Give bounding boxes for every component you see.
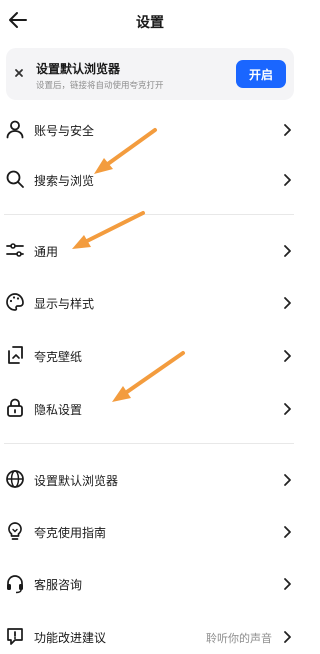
search-icon xyxy=(6,170,24,188)
chevron-right-icon xyxy=(284,526,291,538)
chevron-right-icon xyxy=(284,403,291,415)
sliders-icon xyxy=(6,243,24,257)
settings-item-search-browse[interactable]: 搜索与浏览 xyxy=(0,163,300,197)
settings-item-wallpaper[interactable]: 夸克壁纸 xyxy=(0,339,300,373)
headset-icon xyxy=(7,575,23,594)
settings-item-label: 客服咨询 xyxy=(34,578,83,592)
settings-item-label: 账号与安全 xyxy=(34,124,95,138)
settings-item-general[interactable]: 通用 xyxy=(0,234,300,268)
feedback-icon xyxy=(7,628,23,645)
settings-item-label: 夸克壁纸 xyxy=(34,350,83,364)
close-icon[interactable] xyxy=(12,66,26,80)
chevron-right-icon xyxy=(284,350,291,362)
user-icon xyxy=(6,120,24,139)
settings-item-guide[interactable]: 夸克使用指南 xyxy=(0,515,300,549)
chevron-right-icon xyxy=(284,631,291,643)
settings-item-label: 设置默认浏览器 xyxy=(34,474,119,488)
settings-item-label: 夸克使用指南 xyxy=(34,526,107,540)
settings-item-label: 通用 xyxy=(34,245,59,259)
lightbulb-icon xyxy=(8,522,22,540)
wallpaper-icon xyxy=(8,346,23,364)
settings-item-label: 搜索与浏览 xyxy=(34,174,95,188)
chevron-right-icon xyxy=(284,474,291,486)
settings-item-account-security[interactable]: 账号与安全 xyxy=(0,113,300,147)
page-title: 设置 xyxy=(136,15,164,31)
settings-item-label: 隐私设置 xyxy=(34,403,83,417)
settings-item-label: 显示与样式 xyxy=(34,297,95,311)
settings-item-privacy[interactable]: 隐私设置 xyxy=(0,392,300,426)
settings-item-value: 聆听你的声音 xyxy=(206,632,272,645)
globe-icon xyxy=(6,470,24,488)
default-browser-banner: 设置默认浏览器 设置后，链接将自动使用夸克打开 开启 xyxy=(6,48,294,100)
chevron-right-icon xyxy=(284,578,291,590)
settings-item-feedback[interactable]: 功能改进建议 聆听你的声音 xyxy=(0,620,300,654)
section-divider xyxy=(4,443,294,444)
settings-item-display-style[interactable]: 显示与样式 xyxy=(0,286,300,320)
chevron-right-icon xyxy=(284,124,291,136)
settings-item-label: 功能改进建议 xyxy=(34,631,107,645)
chevron-right-icon xyxy=(284,245,291,257)
chevron-right-icon xyxy=(284,174,291,186)
settings-item-customer-service[interactable]: 客服咨询 xyxy=(0,567,300,601)
banner-title: 设置默认浏览器 xyxy=(36,62,121,76)
section-divider xyxy=(4,214,294,215)
banner-subtitle: 设置后，链接将自动使用夸克打开 xyxy=(36,81,164,91)
enable-button[interactable]: 开启 xyxy=(236,60,286,88)
chevron-right-icon xyxy=(284,297,291,309)
header: 设置 xyxy=(0,0,300,44)
palette-icon xyxy=(6,293,24,311)
settings-item-default-browser[interactable]: 设置默认浏览器 xyxy=(0,463,300,497)
lock-icon xyxy=(7,398,23,417)
